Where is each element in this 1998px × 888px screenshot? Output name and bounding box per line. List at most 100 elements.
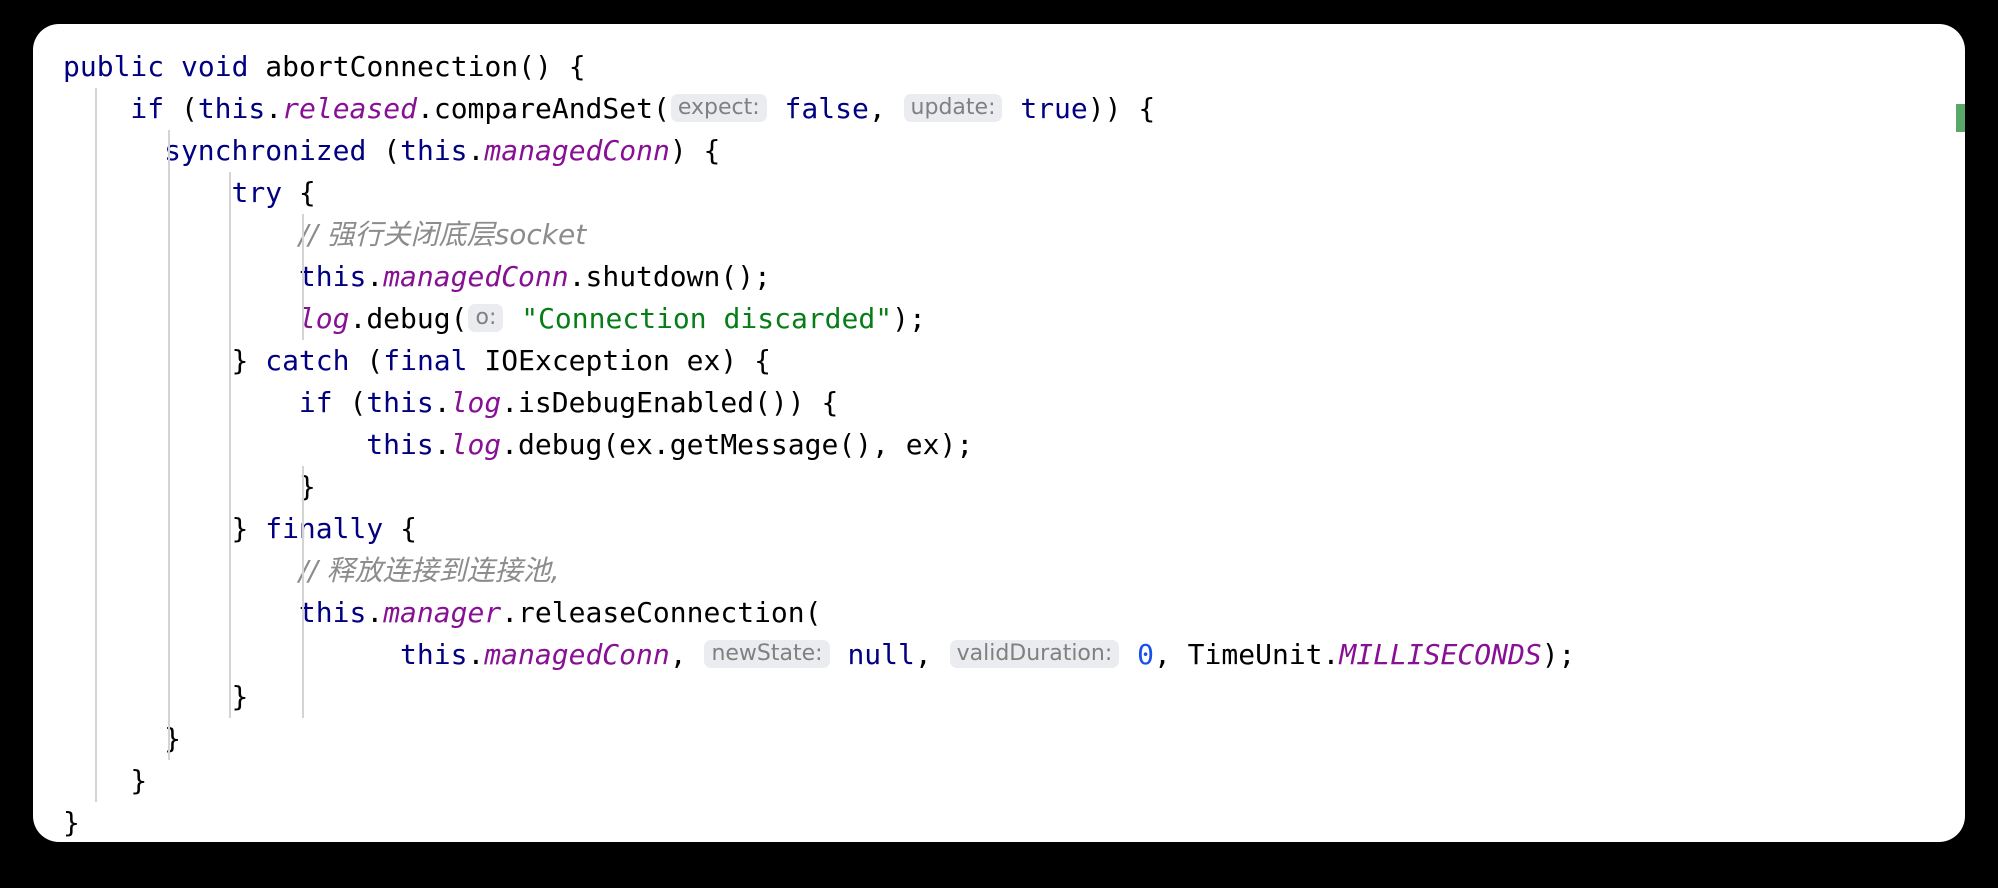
code-token-default: (: [164, 92, 198, 125]
code-line[interactable]: if (this.released.compareAndSet(expect: …: [33, 88, 1965, 130]
code-line[interactable]: this.managedConn.shutdown();: [33, 256, 1965, 298]
code-token-keyword: catch: [265, 344, 350, 377]
code-token-keyword: this: [366, 386, 434, 419]
code-token-field: log: [298, 302, 350, 335]
indent-guide: [229, 172, 231, 718]
code-line[interactable]: if (this.log.isDebugEnabled()) {: [33, 382, 1965, 424]
code-token-default: .: [366, 260, 384, 293]
code-line[interactable]: public void abortConnection() {: [33, 46, 1965, 88]
code-line[interactable]: } catch (final IOException ex) {: [33, 340, 1965, 382]
indent-guide: [95, 88, 97, 802]
code-token-keyword: void: [181, 50, 249, 83]
code-token-default: .: [467, 134, 485, 167]
parameter-hint-badge[interactable]: newState:: [704, 640, 830, 668]
code-token-keyword: true: [1020, 92, 1088, 125]
code-token-keyword: this: [400, 638, 468, 671]
code-token-keyword: null: [847, 638, 915, 671]
code-token-number: 0: [1137, 638, 1154, 671]
code-token-default: ,: [669, 638, 704, 671]
code-editor-card[interactable]: public void abortConnection() {if (this.…: [33, 24, 1965, 842]
code-line[interactable]: }: [33, 760, 1965, 802]
code-token-default: ,: [868, 92, 903, 125]
indent-guide: [302, 592, 304, 718]
indent-guide: [168, 130, 170, 760]
code-line[interactable]: log.debug(o: "Connection discarded");: [33, 298, 1965, 340]
code-token-default: (: [366, 134, 401, 167]
parameter-hint-badge[interactable]: o:: [468, 304, 504, 332]
parameter-hint-badge[interactable]: validDuration:: [949, 640, 1120, 668]
code-token-field: manager: [383, 596, 502, 629]
code-token-default: .: [433, 386, 451, 419]
code-token-default: [768, 92, 785, 125]
code-token-field: log: [450, 428, 502, 461]
code-token-default: [831, 638, 848, 671]
code-token-field: released: [282, 92, 417, 125]
code-token-default: ,: [914, 638, 949, 671]
code-token-keyword: public: [63, 50, 165, 83]
code-line[interactable]: // 强行关闭底层socket: [33, 214, 1965, 256]
code-line[interactable]: } finally {: [33, 508, 1965, 550]
code-token-keyword: synchronized: [164, 134, 367, 167]
code-token-keyword: this: [400, 134, 468, 167]
code-token-default: (: [349, 344, 384, 377]
code-line[interactable]: }: [33, 802, 1965, 842]
code-token-default: );: [892, 302, 926, 335]
code-token-field: log: [450, 386, 502, 419]
code-token-default: {: [282, 176, 316, 209]
code-token-default: (: [332, 386, 367, 419]
code-token-keyword: final: [383, 344, 468, 377]
code-content[interactable]: public void abortConnection() {if (this.…: [33, 24, 1965, 842]
code-token-default: IOException ex) {: [467, 344, 771, 377]
code-token-keyword: finally: [265, 512, 384, 545]
code-token-static: MILLISECONDS: [1339, 638, 1542, 671]
code-token-default: .releaseConnection(: [501, 596, 822, 629]
code-line[interactable]: try {: [33, 172, 1965, 214]
code-line[interactable]: this.manager.releaseConnection(: [33, 592, 1965, 634]
code-token-default: [1120, 638, 1137, 671]
code-line[interactable]: }: [33, 466, 1965, 508]
code-token-default: .shutdown();: [568, 260, 771, 293]
code-token-default: [164, 50, 181, 83]
code-token-default: .: [433, 428, 451, 461]
code-token-comment: // 释放连接到连接池,: [298, 554, 560, 587]
code-token-default: {: [383, 512, 417, 545]
code-token-default: )) {: [1087, 92, 1156, 125]
code-token-default: }: [231, 344, 266, 377]
parameter-hint-badge[interactable]: expect:: [670, 94, 767, 122]
code-token-default: }: [231, 680, 249, 713]
code-token-string: "Connection discarded": [521, 302, 893, 335]
code-token-keyword: this: [197, 92, 266, 125]
code-token-default: .debug(ex.getMessage(), ex);: [501, 428, 974, 461]
code-token-default: , TimeUnit.: [1153, 638, 1340, 671]
code-token-field: managedConn: [484, 134, 670, 167]
code-token-default: [504, 302, 521, 335]
code-token-default: );: [1541, 638, 1576, 671]
code-line[interactable]: this.managedConn, newState: null, validD…: [33, 634, 1965, 676]
screen-root: public void abortConnection() {if (this.…: [0, 0, 1998, 888]
code-token-keyword: false: [784, 92, 869, 125]
code-token-keyword: this: [298, 260, 367, 293]
code-token-default: }: [63, 806, 80, 839]
code-line[interactable]: synchronized (this.managedConn) {: [33, 130, 1965, 172]
code-line[interactable]: // 释放连接到连接池,: [33, 550, 1965, 592]
code-token-default: .compareAndSet(: [416, 92, 670, 125]
code-token-default: .: [366, 596, 384, 629]
code-line[interactable]: this.log.debug(ex.getMessage(), ex);: [33, 424, 1965, 466]
code-token-default: .debug(: [349, 302, 468, 335]
indent-guide: [302, 214, 304, 340]
code-token-default: }: [231, 512, 266, 545]
code-token-default: }: [164, 722, 181, 755]
code-token-default: }: [130, 764, 148, 797]
code-token-field: managedConn: [484, 638, 670, 671]
parameter-hint-badge[interactable]: update:: [903, 94, 1003, 122]
code-token-default: .: [265, 92, 283, 125]
code-token-keyword: this: [366, 428, 434, 461]
code-token-default: ) {: [669, 134, 721, 167]
code-token-keyword: this: [298, 596, 367, 629]
code-token-default: abortConnection() {: [248, 50, 586, 83]
code-line[interactable]: }: [33, 718, 1965, 760]
code-token-keyword: if: [298, 386, 333, 419]
code-line[interactable]: }: [33, 676, 1965, 718]
code-token-default: [1003, 92, 1020, 125]
indent-guide: [302, 466, 304, 592]
